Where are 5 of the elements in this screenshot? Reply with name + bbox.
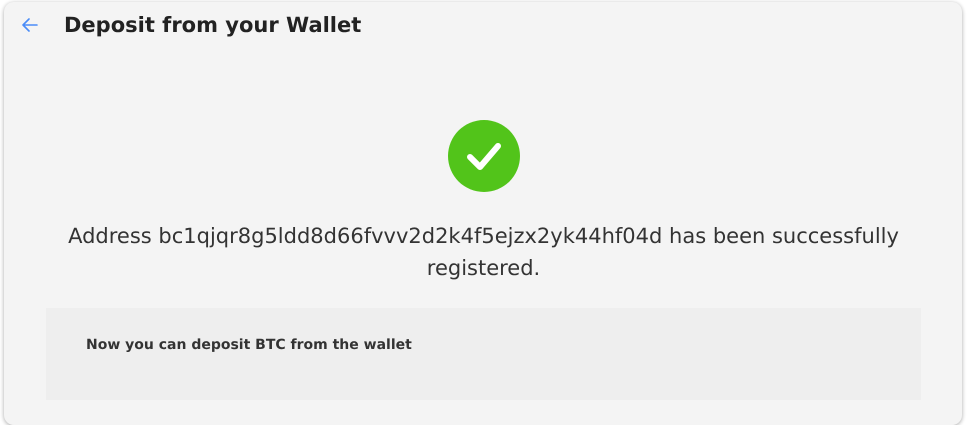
back-button[interactable] <box>20 16 40 34</box>
info-text: Now you can deposit BTC from the wallet <box>86 337 412 353</box>
page-title: Deposit from your Wallet <box>64 13 362 37</box>
arrow-left-icon <box>22 18 38 32</box>
success-message: Address bc1qjqr8g5ldd8d66fvvv2d2k4f5ejzx2yk44hf04d has been successfully registered. <box>67 223 900 282</box>
